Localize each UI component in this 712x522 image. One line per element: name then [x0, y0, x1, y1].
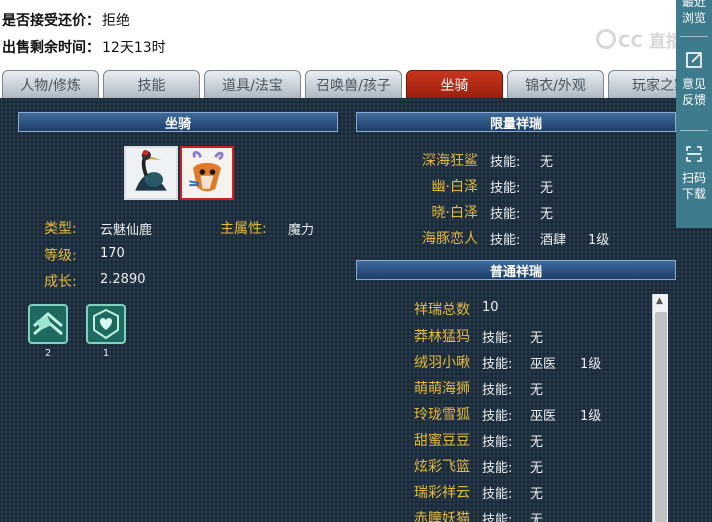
- normal-name: 绒羽小啾: [414, 355, 470, 371]
- scan-download-button[interactable]: 扫码 下载: [676, 142, 712, 202]
- normal-list-scrollbar[interactable]: ▲: [652, 294, 668, 522]
- mount-attr-label: 主属性:: [220, 221, 267, 237]
- normal-total-value: 10: [482, 300, 499, 315]
- detail-tabs: 人物/修炼 技能 道具/法宝 召唤兽/孩子 坐骑 锦衣/外观 玩家之家: [0, 70, 712, 98]
- normal-name: 瑞彩祥云: [414, 485, 470, 501]
- crane-mount-icon[interactable]: [124, 146, 178, 200]
- mount-type-value: 云魅仙鹿: [100, 223, 153, 238]
- normal-skill-label: 技能:: [482, 409, 513, 424]
- limited-skill-value: 酒肆: [540, 233, 567, 248]
- mount-attr-value: 魔力: [288, 223, 315, 238]
- time-left-label: 出售剩余时间：: [2, 40, 100, 56]
- normal-name: 炫彩飞篮: [414, 459, 470, 475]
- normal-skill-level: 1级: [580, 409, 602, 424]
- tab-mounts[interactable]: 坐骑: [406, 70, 503, 98]
- side-toolbar: 最近 浏览 意见 反馈 扫码 下载: [676, 0, 712, 228]
- scroll-up-arrow-icon[interactable]: ▲: [656, 296, 663, 306]
- limited-name: 深海狂鲨: [422, 153, 478, 169]
- normal-skill-level: 1级: [580, 357, 602, 372]
- tab-summons[interactable]: 召唤兽/孩子: [305, 70, 402, 98]
- gem-equip-count: 2: [44, 348, 52, 359]
- normal-name: 甜蜜豆豆: [414, 433, 470, 449]
- limited-skill-value: 无: [540, 181, 554, 196]
- normal-skill-value: 无: [530, 383, 544, 398]
- limited-name: 幽·白泽: [431, 179, 478, 195]
- mount-level-value: 170: [100, 246, 125, 261]
- feedback-button[interactable]: 意见 反馈: [676, 48, 712, 108]
- scan-icon: [686, 146, 702, 162]
- recent-browse-button[interactable]: 最近 浏览: [676, 0, 712, 26]
- mount-panel: 坐骑 类型: 云魅仙鹿 主属性: 魔力 等级: 170 成长: 2.2890 2…: [0, 98, 712, 522]
- normal-skill-value: 巫医: [530, 357, 557, 372]
- normal-skill-label: 技能:: [482, 487, 513, 502]
- normal-name: 玲珑雪狐: [414, 407, 470, 423]
- normal-skill-value: 无: [530, 331, 544, 346]
- limited-skill-label: 技能:: [490, 207, 521, 222]
- heart-equip-icon[interactable]: [86, 304, 126, 344]
- normal-name: 赤瞳妖猫: [414, 511, 470, 522]
- tab-character[interactable]: 人物/修炼: [2, 70, 99, 98]
- normal-skill-value: 无: [530, 487, 544, 502]
- limited-skill-label: 技能:: [490, 233, 521, 248]
- mount-level-label: 等级:: [44, 248, 77, 264]
- normal-skill-value: 无: [530, 435, 544, 450]
- normal-total-label: 祥瑞总数: [414, 302, 470, 318]
- limited-name: 晓·白泽: [431, 205, 478, 221]
- time-left-row: 出售剩余时间： 12天13时: [2, 36, 166, 58]
- limited-skill-label: 技能:: [490, 155, 521, 170]
- limited-skill-label: 技能:: [490, 181, 521, 196]
- toolbar-divider: [680, 36, 708, 37]
- limited-skill-value: 无: [540, 155, 554, 170]
- heart-equip-count: 1: [102, 348, 110, 359]
- deer-mount-icon[interactable]: [180, 146, 234, 200]
- limited-skill-level: 1级: [588, 233, 610, 248]
- tab-skills[interactable]: 技能: [103, 70, 200, 98]
- normal-skill-value: 巫医: [530, 409, 557, 424]
- normal-section-header: 普通祥瑞: [356, 260, 676, 280]
- normal-name: 萌萌海狮: [414, 381, 470, 397]
- mount-section-header: 坐骑: [18, 112, 338, 132]
- normal-skill-label: 技能:: [482, 383, 513, 398]
- edit-icon: [686, 52, 702, 68]
- mount-growth-label: 成长:: [44, 274, 77, 290]
- normal-skill-label: 技能:: [482, 331, 513, 346]
- normal-skill-value: 无: [530, 513, 544, 522]
- counter-offer-label: 是否接受还价：: [2, 13, 100, 29]
- mount-type-label: 类型:: [44, 221, 77, 237]
- limited-skill-value: 无: [540, 207, 554, 222]
- normal-skill-value: 无: [530, 461, 544, 476]
- time-left-value: 12天13时: [102, 40, 166, 56]
- watermark-text: CC 直播: [618, 31, 683, 52]
- limited-section-header: 限量祥瑞: [356, 112, 676, 132]
- limited-name: 海豚恋人: [422, 231, 478, 247]
- normal-skill-label: 技能:: [482, 435, 513, 450]
- cc-logo-icon: [596, 29, 616, 49]
- mount-growth-value: 2.2890: [100, 272, 146, 287]
- tab-items[interactable]: 道具/法宝: [204, 70, 301, 98]
- normal-skill-label: 技能:: [482, 513, 513, 522]
- toolbar-divider: [680, 130, 708, 131]
- normal-skill-label: 技能:: [482, 357, 513, 372]
- scrollbar-thumb[interactable]: [655, 312, 667, 522]
- counter-offer-row: 是否接受还价： 拒绝: [2, 9, 130, 31]
- gem-equip-icon[interactable]: [28, 304, 68, 344]
- normal-name: 莽林猛犸: [414, 329, 470, 345]
- tab-outfits[interactable]: 锦衣/外观: [507, 70, 604, 98]
- counter-offer-value: 拒绝: [102, 13, 130, 29]
- normal-skill-label: 技能:: [482, 461, 513, 476]
